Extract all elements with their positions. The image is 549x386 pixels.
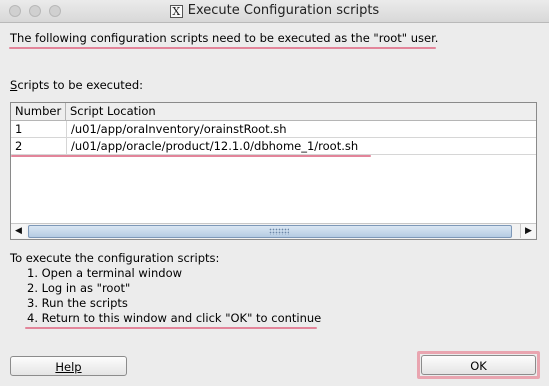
x11-app-icon: X	[169, 5, 183, 18]
grip-icon	[269, 228, 289, 235]
cell-divider	[66, 121, 67, 137]
annotation-underline-intro	[9, 47, 436, 49]
window-title: Execute Configuration scripts	[187, 3, 380, 18]
ok-button[interactable]: OK	[421, 355, 536, 375]
instruction-step: 3. Run the scripts	[27, 296, 128, 310]
table-row[interactable]: 1 /u01/app/oraInventory/orainstRoot.sh	[11, 121, 536, 138]
instructions-heading: To execute the configuration scripts:	[10, 251, 220, 265]
instruction-step: 4. Return to this window and click "OK" …	[27, 311, 322, 325]
scroll-left-icon[interactable]: ◀	[11, 224, 26, 238]
scripts-label: Scripts to be executed:	[10, 78, 143, 92]
instruction-step: 2. Log in as "root"	[27, 281, 131, 295]
instruction-step: 1. Open a terminal window	[27, 266, 183, 280]
help-button-label: Help	[55, 360, 82, 374]
ok-button-label: OK	[470, 359, 487, 373]
scripts-label-rest: cripts to be executed:	[17, 78, 144, 92]
scrollbar-thumb[interactable]	[28, 225, 512, 238]
table-header: Number Script Location	[11, 103, 536, 121]
scroll-right-icon[interactable]: ▶	[520, 224, 536, 238]
row-script-location: /u01/app/oraInventory/orainstRoot.sh	[71, 122, 287, 136]
row-script-location: /u01/app/oracle/product/12.1.0/dbhome_1/…	[71, 139, 359, 153]
table-row[interactable]: 2 /u01/app/oracle/product/12.1.0/dbhome_…	[11, 138, 536, 155]
annotation-underline-step4	[25, 327, 317, 329]
cell-divider	[66, 138, 67, 154]
title-bar: X Execute Configuration scripts	[0, 0, 549, 23]
annotation-underline-row2	[11, 155, 371, 157]
row-number: 1	[15, 122, 23, 136]
column-header-number[interactable]: Number	[11, 103, 66, 120]
help-button[interactable]: Help	[10, 356, 127, 376]
scripts-table[interactable]: Number Script Location 1 /u01/app/oraInv…	[10, 102, 537, 240]
horizontal-scrollbar[interactable]: ◀ ▶	[11, 223, 536, 239]
column-header-script-location[interactable]: Script Location	[66, 103, 536, 120]
window-title-group: X Execute Configuration scripts	[0, 3, 549, 18]
row-number: 2	[15, 139, 23, 153]
intro-text: The following configuration scripts need…	[10, 31, 439, 45]
